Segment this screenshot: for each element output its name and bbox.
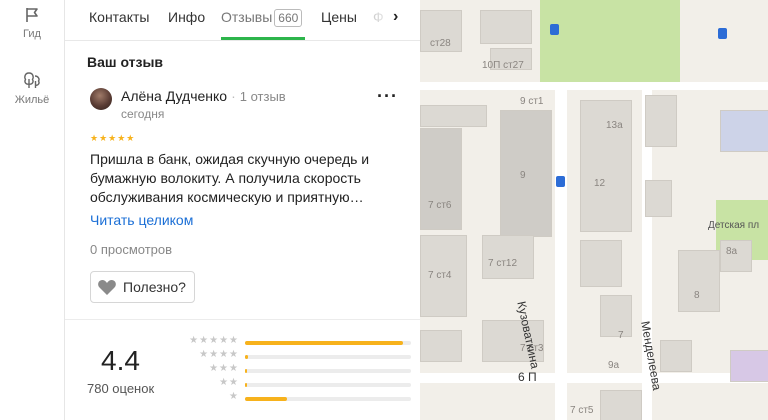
rail-item-housing[interactable]: Жильё — [0, 70, 64, 106]
rating-bar-fill — [245, 369, 248, 373]
tab-fade — [365, 0, 395, 38]
map-label: 9 — [520, 170, 526, 181]
avatar[interactable] — [90, 88, 112, 110]
chevron-right-icon[interactable]: › — [393, 8, 398, 26]
rating-row-1: ★ — [175, 391, 411, 405]
map-label: 8 — [694, 290, 700, 301]
review-author-meta: 1 отзыв — [239, 89, 286, 104]
map-building — [600, 390, 642, 420]
tab-reviews-label: Отзывы — [221, 9, 273, 25]
active-tab-indicator — [221, 37, 305, 40]
helpful-label: Полезно? — [123, 279, 186, 295]
flag-icon — [26, 8, 38, 22]
rating-bar-track — [245, 397, 411, 401]
map-view[interactable]: ст28 10П ст27 9 ст1 13а 12 9 7 ст6 7 ст1… — [420, 0, 768, 420]
rail-item-guide[interactable]: Гид — [0, 6, 64, 40]
rail-item-guide-label: Гид — [23, 28, 41, 40]
rating-row-stars: ★★★ — [209, 363, 239, 374]
road — [420, 373, 768, 383]
rating-bar-track — [245, 355, 411, 359]
map-building — [660, 340, 692, 372]
divider — [65, 319, 420, 320]
map-building — [420, 105, 487, 127]
map-building — [480, 10, 532, 44]
rating-row-2: ★★ — [175, 377, 411, 391]
more-options-icon[interactable]: ··· — [377, 86, 398, 107]
rating-bar-fill — [245, 341, 403, 345]
section-title: Ваш отзыв — [87, 54, 164, 70]
rating-count: 780 оценок — [87, 381, 155, 396]
map-label: 7 ст6 — [428, 200, 452, 211]
rating-score: 4.4 — [101, 345, 140, 376]
tab-info[interactable]: Инфо — [168, 9, 205, 25]
review-author[interactable]: Алёна Дудченко — [121, 88, 227, 104]
map-building — [720, 110, 768, 152]
bus-stop-icon[interactable] — [550, 24, 559, 35]
rating-bar-fill — [245, 355, 249, 359]
map-building — [645, 180, 672, 217]
street-label: 6 П — [518, 370, 537, 384]
map-label: ст28 — [430, 38, 451, 49]
rating-row-stars: ★★★★★ — [189, 335, 239, 346]
map-label: 9а — [608, 360, 620, 371]
map-label: 7 ст5 — [570, 405, 594, 416]
map-building — [482, 235, 534, 279]
rating-bar-track — [245, 383, 411, 387]
bus-stop-icon[interactable] — [718, 28, 727, 39]
read-more-link[interactable]: Читать целиком — [90, 212, 193, 228]
tab-contacts[interactable]: Контакты — [89, 9, 149, 25]
map-building — [420, 128, 462, 230]
rating-bar-fill — [245, 397, 287, 401]
left-rail: Гид Жильё — [0, 0, 65, 420]
author-separator: · — [231, 88, 236, 104]
park-area — [540, 0, 680, 82]
map-label: 12 — [594, 178, 606, 189]
rating-bar-track — [245, 341, 411, 345]
review-author-line: Алёна Дудченко · 1 отзыв — [121, 88, 286, 104]
map-label: 7 ст12 — [488, 258, 518, 269]
tab-reviews-count: 660 — [274, 9, 303, 27]
road — [420, 82, 768, 90]
map-label: 7 — [618, 330, 624, 341]
views-count: 0 просмотров — [90, 242, 173, 257]
rating-row-stars: ★★ — [219, 377, 239, 388]
map-building — [420, 330, 462, 362]
rating-row-3: ★★★ — [175, 363, 411, 377]
tab-bar: Контакты Инфо Отзывы660 Цены Ф › — [65, 0, 420, 41]
review-date: сегодня — [121, 107, 165, 121]
helpful-button[interactable]: Полезно? — [90, 271, 195, 303]
rating-row-5: ★★★★★ — [175, 335, 411, 349]
rating-bar-fill — [245, 383, 248, 387]
map-building — [730, 350, 768, 382]
map-building — [500, 110, 552, 237]
map-building — [645, 95, 677, 147]
rating-row-4: ★★★★ — [175, 349, 411, 363]
rating-row-stars: ★ — [229, 391, 239, 402]
tab-prices[interactable]: Цены — [321, 9, 357, 25]
map-label: 7 ст4 — [428, 270, 452, 281]
heart-icon — [98, 279, 116, 295]
tab-reviews[interactable]: Отзывы 660 — [221, 9, 303, 27]
map-label: 10П ст27 — [482, 60, 524, 71]
org-panel: Контакты Инфо Отзывы660 Цены Ф › Ваш отз… — [65, 0, 420, 420]
poi-label: Детская пл — [708, 220, 760, 231]
map-label: 13а — [606, 120, 623, 131]
rail-item-housing-label: Жильё — [14, 94, 50, 106]
rating-bar-track — [245, 369, 411, 373]
bus-stop-icon[interactable] — [556, 176, 565, 187]
map-label: 8а — [726, 246, 738, 257]
map-label: 9 ст1 — [520, 96, 544, 107]
map-building — [580, 240, 622, 287]
road — [555, 82, 567, 420]
review-text: Пришла в банк, ожидая скучную очередь и … — [90, 151, 370, 205]
map-building — [600, 295, 632, 337]
rating-row-stars: ★★★★ — [199, 349, 239, 360]
review-stars: ★★★★★ — [90, 133, 136, 143]
map-building — [678, 250, 720, 312]
trees-icon — [24, 72, 40, 88]
